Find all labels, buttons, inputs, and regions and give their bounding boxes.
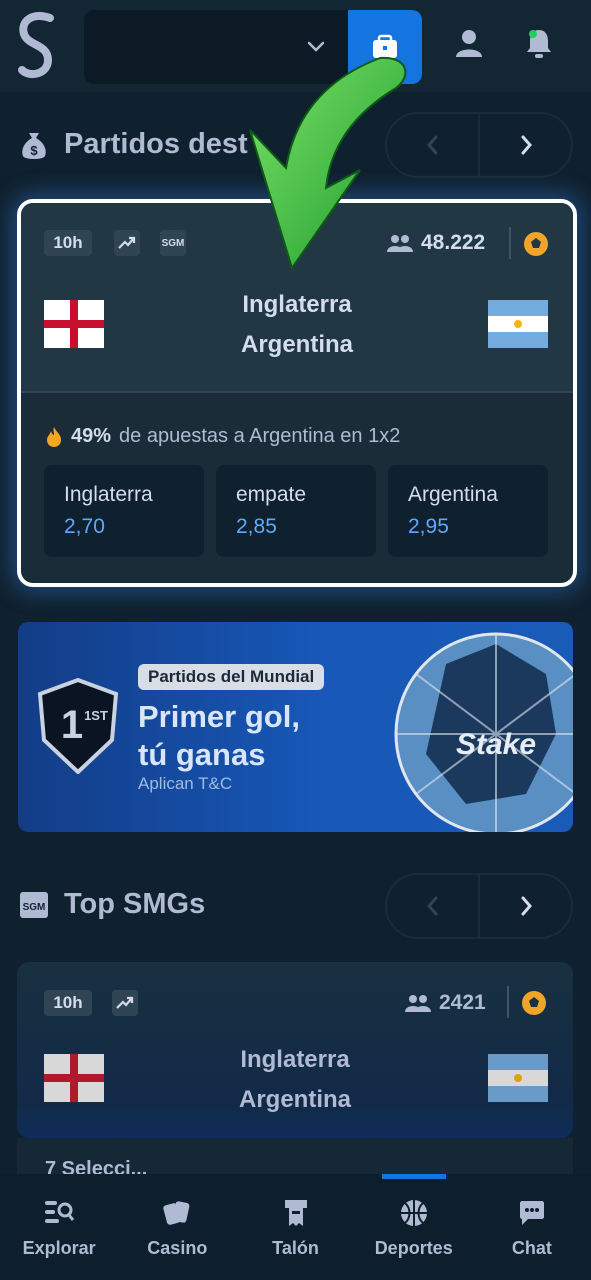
first-badge-icon: 1 1ST: [37, 678, 119, 774]
soccer-ball-icon: [524, 232, 548, 256]
top-smgs-next-button[interactable]: [478, 875, 571, 937]
nav-explorar[interactable]: Explorar: [0, 1174, 118, 1280]
banner-pill: Partidos del Mundial: [138, 664, 325, 690]
nav-label: Talón: [272, 1237, 319, 1258]
banner-headline-line2: tú ganas: [138, 737, 266, 772]
notifications-button[interactable]: [522, 26, 556, 60]
active-indicator: [381, 1174, 446, 1179]
bell-icon: [527, 30, 551, 58]
top-smgs-title: Top SMGs: [64, 888, 206, 920]
svg-text:1: 1: [61, 703, 83, 747]
svg-text:$: $: [30, 143, 38, 158]
selection-strip: 7 Selecci...: [17, 1138, 573, 1180]
soccer-ball-icon: [522, 991, 546, 1015]
odd-value: 2,85: [236, 515, 277, 538]
cards-icon: [160, 1196, 194, 1230]
trend-icon: [112, 990, 138, 1016]
odd-button-home[interactable]: Inglaterra 2,70: [44, 465, 204, 557]
nav-label: Chat: [511, 1237, 552, 1258]
top-smgs-prev-button[interactable]: [387, 875, 478, 937]
banner-headline: Primer gol, tú ganas: [138, 698, 300, 774]
svg-text:Stake: Stake: [456, 728, 536, 761]
betslip-icon: [279, 1196, 313, 1230]
odd-label: Argentina: [408, 483, 498, 506]
top-smgs-heading: SGM Top SMGs: [18, 888, 205, 921]
featured-heading: $ Partidos dest: [18, 128, 248, 161]
odd-label: Inglaterra: [64, 483, 153, 506]
nav-casino[interactable]: Casino: [118, 1174, 236, 1280]
percent-text: de apuestas a Argentina en 1x2: [119, 425, 401, 447]
chevron-right-icon: [521, 896, 532, 916]
featured-title: Partidos dest: [64, 128, 248, 160]
odd-value: 2,95: [408, 515, 449, 538]
svg-text:1ST: 1ST: [84, 708, 108, 723]
trend-icon: [114, 230, 140, 256]
promo-banner[interactable]: 1 1ST Partidos del Mundial Primer gol, t…: [18, 622, 573, 832]
percent-value: 49%: [71, 425, 112, 447]
stake-logo[interactable]: [14, 10, 60, 82]
divider: [507, 986, 509, 1018]
search-list-icon: [42, 1196, 76, 1230]
bottom-nav: Explorar Casino Talón Deportes Chat: [0, 1174, 591, 1280]
card-divider: [21, 391, 573, 393]
banner-headline-line1: Primer gol,: [138, 699, 300, 734]
basketball-icon: [397, 1196, 431, 1230]
chevron-right-icon: [521, 135, 532, 155]
home-team-name: Inglaterra: [240, 1046, 350, 1073]
divider: [509, 227, 511, 259]
viewers-value: 48.222: [421, 231, 486, 254]
top-smgs-pager: [385, 873, 573, 939]
fire-icon: [47, 426, 61, 447]
nav-label: Deportes: [374, 1237, 453, 1258]
smg-match-card[interactable]: 10h 2421 Inglaterra Argentina: [17, 962, 573, 1138]
odd-button-away[interactable]: Argentina 2,95: [388, 465, 548, 557]
odd-button-draw[interactable]: empate 2,85: [216, 465, 376, 557]
soccer-ball-net-illustration: Stake: [394, 632, 573, 832]
away-team-name: Argentina: [238, 1086, 351, 1113]
profile-button[interactable]: [452, 26, 486, 60]
viewers-count: 2421: [405, 991, 486, 1015]
chat-icon: [515, 1196, 549, 1230]
nav-label: Casino: [147, 1237, 208, 1258]
nav-chat[interactable]: Chat: [473, 1174, 591, 1280]
odd-label: empate: [236, 483, 307, 506]
nav-deportes[interactable]: Deportes: [355, 1174, 473, 1280]
money-bag-icon: $: [18, 129, 50, 161]
nav-label: Explorar: [22, 1237, 96, 1258]
viewers-value: 2421: [439, 991, 486, 1014]
nav-talon[interactable]: Talón: [236, 1174, 354, 1280]
bet-percentage: 49% de apuestas a Argentina en 1x2: [45, 425, 400, 448]
chevron-left-icon: [426, 896, 437, 916]
green-arrow-annotation: [249, 56, 407, 271]
time-badge: 10h: [44, 990, 92, 1016]
time-badge: 10h: [44, 230, 92, 256]
away-team-name: Argentina: [240, 331, 353, 358]
featured-next-button[interactable]: [478, 114, 571, 176]
sgm-icon: SGM: [160, 230, 186, 256]
odd-value: 2,70: [64, 515, 105, 538]
sgm-icon: SGM: [18, 889, 50, 921]
home-team-name: Inglaterra: [242, 291, 352, 318]
banner-terms: Aplican T&C: [138, 774, 233, 793]
svg-text:SGM: SGM: [23, 902, 46, 913]
user-icon: [456, 30, 482, 57]
users-icon: [405, 995, 431, 1012]
